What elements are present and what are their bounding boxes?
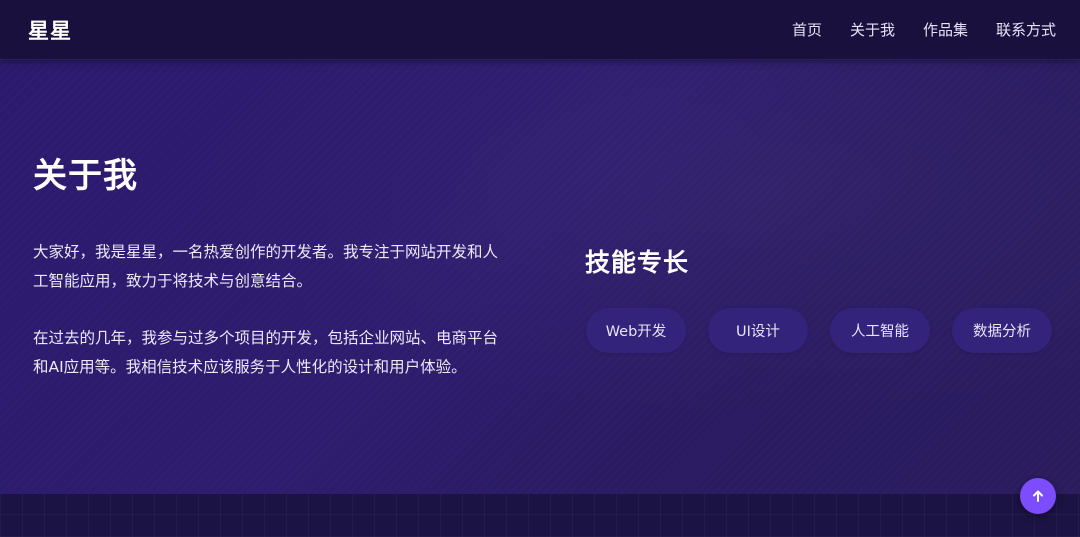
navbar: 星星 首页 关于我 作品集 联系方式 [0,0,1080,60]
page: 星星 首页 关于我 作品集 联系方式 关于我 大家好，我是星星，一名热爱创作的开… [0,0,1080,537]
skills-list: Web开发 UI设计 人工智能 数据分析 [586,308,1074,353]
skill-tag-ai: 人工智能 [830,308,930,353]
skill-tag-data: 数据分析 [952,308,1052,353]
nav-link-home[interactable]: 首页 [792,19,822,40]
nav-links: 首页 关于我 作品集 联系方式 [764,19,1056,40]
about-paragraph-2: 在过去的几年，我参与过多个项目的开发，包括企业网站、电商平台和AI应用等。我相信… [33,329,499,376]
back-to-top-button[interactable] [1020,478,1056,514]
about-text: 大家好，我是星星，一名热爱创作的开发者。我专注于网站开发和人工智能应用，致力于将… [33,238,503,410]
brand-logo[interactable]: 星星 [28,15,72,45]
about-section: 关于我 大家好，我是星星，一名热爱创作的开发者。我专注于网站开发和人工智能应用，… [0,60,1080,494]
skills-title: 技能专长 [585,248,690,277]
nav-link-contact[interactable]: 联系方式 [996,19,1056,40]
skill-tag-web: Web开发 [586,308,686,353]
arrow-up-icon [1031,489,1045,503]
about-paragraph-1: 大家好，我是星星，一名热爱创作的开发者。我专注于网站开发和人工智能应用，致力于将… [33,243,499,290]
nav-link-about[interactable]: 关于我 [850,19,895,40]
nav-link-portfolio[interactable]: 作品集 [923,19,968,40]
about-title: 关于我 [33,156,138,196]
skill-tag-ui: UI设计 [708,308,808,353]
footer-strip [0,494,1080,537]
